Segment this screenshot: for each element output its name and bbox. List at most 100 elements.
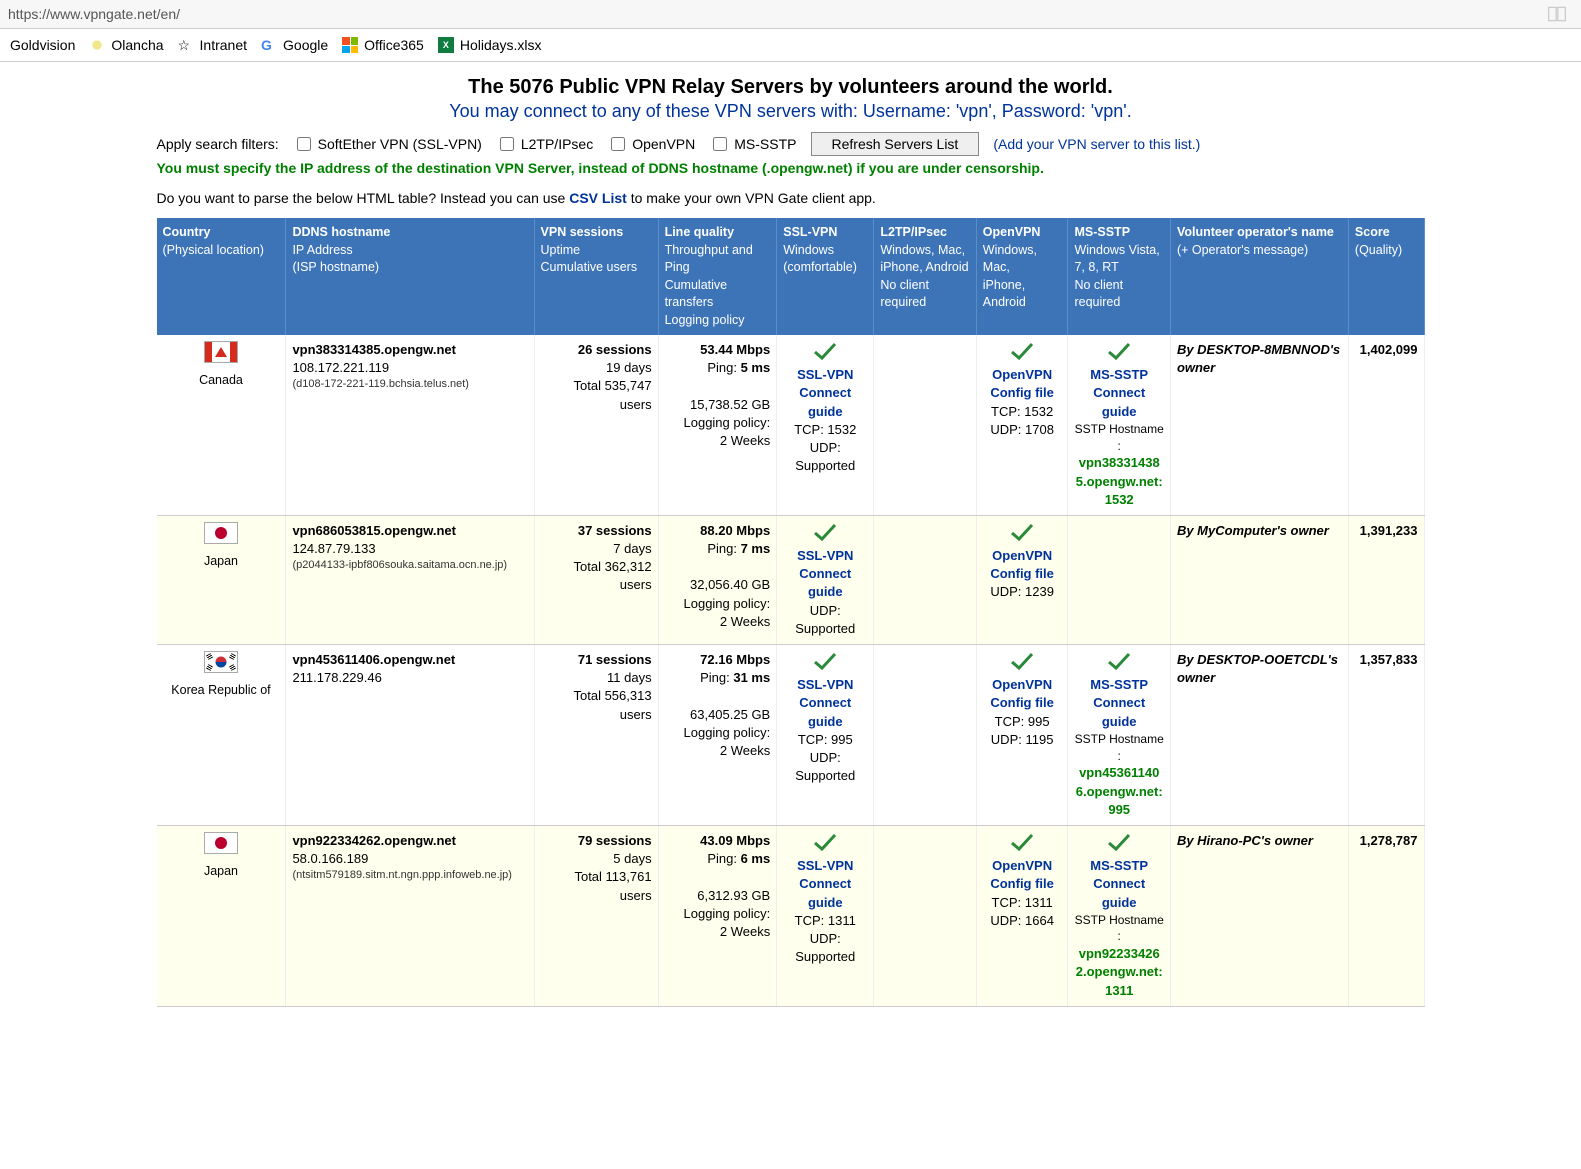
ssl-connect-guide[interactable]: Connect guide bbox=[783, 384, 867, 420]
logging-policy-label: Logging policy: bbox=[665, 724, 771, 742]
sstp-hostname-label: SSTP Hostname : bbox=[1074, 421, 1163, 455]
bookmark-holidays[interactable]: XHolidays.xlsx bbox=[438, 37, 542, 53]
csv-list-link[interactable]: CSV List bbox=[569, 190, 627, 206]
checkbox-softether[interactable] bbox=[297, 137, 311, 151]
ovpn-udp: UDP: 1195 bbox=[983, 731, 1062, 749]
ssl-vpn-label: SSL-VPN bbox=[783, 366, 867, 384]
isp-hostname: (p2044133-ipbf806souka.saitama.ocn.ne.jp… bbox=[292, 558, 527, 573]
uptime: 19 days bbox=[541, 359, 652, 377]
flag-icon bbox=[204, 341, 238, 363]
reader-icon[interactable] bbox=[1547, 4, 1567, 24]
filter-label: MS-SSTP bbox=[734, 136, 796, 152]
url-input[interactable] bbox=[0, 2, 1533, 26]
ssl-connect-guide[interactable]: Connect guide bbox=[783, 565, 867, 601]
checkbox-mssstp[interactable] bbox=[713, 137, 727, 151]
add-server-link[interactable]: (Add your VPN server to this list.) bbox=[993, 136, 1200, 152]
filter-label: SoftEther VPN (SSL-VPN) bbox=[318, 136, 482, 152]
ovpn-tcp: TCP: 1311 bbox=[983, 894, 1062, 912]
transfers: 32,056.40 GB bbox=[665, 576, 771, 594]
throughput: 43.09 Mbps bbox=[665, 832, 771, 850]
th-line: Line qualityThroughput and PingCumulativ… bbox=[658, 218, 777, 335]
table-row: Japanvpn922334262.opengw.net58.0.166.189… bbox=[157, 825, 1425, 1006]
isp-hostname: (ntsitm579189.sitm.nt.ngn.ppp.infoweb.ne… bbox=[292, 868, 527, 883]
th-openvpn: OpenVPNWindows, Mac,iPhone, Android bbox=[976, 218, 1068, 335]
mssstp-label: MS-SSTP bbox=[1074, 676, 1163, 694]
google-icon: G bbox=[261, 37, 277, 53]
checkbox-openvpn[interactable] bbox=[611, 137, 625, 151]
bookmark-google[interactable]: GGoogle bbox=[261, 37, 328, 53]
score: 1,402,099 bbox=[1360, 342, 1418, 357]
ssl-tcp: TCP: 1311 bbox=[783, 912, 867, 930]
check-icon bbox=[1105, 341, 1133, 361]
operator-name: By DESKTOP-OOETCDL's owner bbox=[1177, 652, 1338, 685]
openvpn-config-file[interactable]: Config file bbox=[983, 565, 1062, 583]
th-score: Score(Quality) bbox=[1348, 218, 1424, 335]
urlbar bbox=[0, 0, 1581, 29]
ddns-hostname: vpn383314385.opengw.net bbox=[292, 341, 527, 359]
filter-mssstp[interactable]: MS-SSTP bbox=[709, 134, 796, 154]
openvpn-config-file[interactable]: Config file bbox=[983, 875, 1062, 893]
table-header-row: Country(Physical location) DDNS hostname… bbox=[157, 218, 1425, 335]
check-icon bbox=[1008, 522, 1036, 542]
check-icon bbox=[1008, 651, 1036, 671]
bookmark-intranet[interactable]: ☆Intranet bbox=[178, 37, 247, 53]
table-row: Korea Republic of vpn453611406.opengw.net… bbox=[157, 645, 1425, 826]
bookmark-goldvision[interactable]: Goldvision bbox=[10, 37, 75, 53]
sstp-hostname-label: SSTP Hostname : bbox=[1074, 731, 1163, 765]
refresh-button[interactable]: Refresh Servers List bbox=[811, 132, 980, 156]
ddns-hostname: vpn922334262.opengw.net bbox=[292, 832, 527, 850]
flag-icon bbox=[204, 832, 238, 854]
ssl-udp: UDP: Supported bbox=[783, 439, 867, 475]
sstp-connect-guide[interactable]: Connect guide bbox=[1074, 875, 1163, 911]
sessions: 37 sessions bbox=[541, 522, 652, 540]
th-country: Country(Physical location) bbox=[157, 218, 286, 335]
check-icon bbox=[811, 832, 839, 852]
country-label: Canada bbox=[163, 372, 280, 390]
th-sstp: MS-SSTPWindows Vista,7, 8, RTNo client r… bbox=[1068, 218, 1170, 335]
isp-hostname: (d108-172-221-119.bchsia.telus.net) bbox=[292, 377, 527, 392]
ip-address: 124.87.79.133 bbox=[292, 540, 527, 558]
openvpn-config-file[interactable]: Config file bbox=[983, 694, 1062, 712]
ddns-hostname: vpn453611406.opengw.net bbox=[292, 651, 527, 669]
sessions: 71 sessions bbox=[541, 651, 652, 669]
bookmark-office365[interactable]: Office365 bbox=[342, 37, 424, 53]
transfers: 63,405.25 GB bbox=[665, 706, 771, 724]
operator-name: By DESKTOP-8MBNNOD's owner bbox=[1177, 342, 1340, 375]
throughput: 88.20 Mbps bbox=[665, 522, 771, 540]
flag-icon bbox=[204, 651, 238, 673]
ssl-connect-guide[interactable]: Connect guide bbox=[783, 875, 867, 911]
check-icon bbox=[811, 522, 839, 542]
ssl-connect-guide[interactable]: Connect guide bbox=[783, 694, 867, 730]
ddns-hostname: vpn686053815.opengw.net bbox=[292, 522, 527, 540]
ip-address: 108.172.221.119 bbox=[292, 359, 527, 377]
country-label: Japan bbox=[163, 863, 280, 881]
score: 1,357,833 bbox=[1360, 652, 1418, 667]
star-icon: ☆ bbox=[178, 37, 194, 53]
filters-label: Apply search filters: bbox=[157, 136, 279, 152]
transfers: 15,738.52 GB bbox=[665, 396, 771, 414]
checkbox-l2tp[interactable] bbox=[500, 137, 514, 151]
ssl-tcp: TCP: 995 bbox=[783, 731, 867, 749]
vpn-table: Country(Physical location) DDNS hostname… bbox=[157, 218, 1425, 1007]
filter-l2tp[interactable]: L2TP/IPsec bbox=[496, 134, 593, 154]
throughput: 53.44 Mbps bbox=[665, 341, 771, 359]
check-icon bbox=[1008, 832, 1036, 852]
country-label: Korea Republic of bbox=[163, 682, 280, 700]
uptime: 7 days bbox=[541, 540, 652, 558]
table-row: Canada vpn383314385.opengw.net108.172.221… bbox=[157, 335, 1425, 515]
check-icon bbox=[811, 341, 839, 361]
filter-openvpn[interactable]: OpenVPN bbox=[607, 134, 695, 154]
openvpn-config-file[interactable]: Config file bbox=[983, 384, 1062, 402]
sstp-connect-guide[interactable]: Connect guide bbox=[1074, 694, 1163, 730]
filter-softether[interactable]: SoftEther VPN (SSL-VPN) bbox=[293, 134, 482, 154]
ping: Ping: 6 ms bbox=[665, 850, 771, 868]
sstp-hostname: vpn453611406.opengw.net:995 bbox=[1074, 764, 1163, 819]
ip-address: 211.178.229.46 bbox=[292, 669, 527, 687]
sstp-connect-guide[interactable]: Connect guide bbox=[1074, 384, 1163, 420]
bookmark-olancha[interactable]: Olancha bbox=[89, 37, 163, 53]
mssstp-label: MS-SSTP bbox=[1074, 366, 1163, 384]
parse-line: Do you want to parse the below HTML tabl… bbox=[157, 190, 1425, 206]
ovpn-udp: UDP: 1708 bbox=[983, 421, 1062, 439]
ping: Ping: 5 ms bbox=[665, 359, 771, 377]
sstp-hostname: vpn383314385.opengw.net:1532 bbox=[1074, 454, 1163, 509]
